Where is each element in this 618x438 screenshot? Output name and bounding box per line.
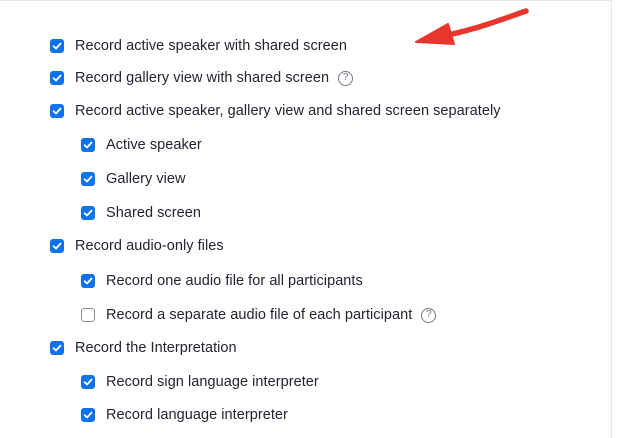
setting-separate-audio-file[interactable]: Record a separate audio file of each par…	[81, 303, 437, 327]
setting-label: Gallery view	[106, 171, 186, 187]
setting-label: Record one audio file for all participan…	[106, 273, 363, 289]
checkbox[interactable]	[81, 408, 95, 422]
setting-label: Record sign language interpreter	[106, 374, 319, 390]
checkbox[interactable]	[50, 239, 64, 253]
setting-label: Shared screen	[106, 205, 201, 221]
checkmark-icon	[83, 378, 93, 386]
checkmark-icon	[52, 107, 62, 115]
checkbox[interactable]	[50, 39, 64, 53]
checkbox[interactable]	[50, 104, 64, 118]
checkmark-icon	[52, 242, 62, 250]
setting-active-speaker[interactable]: Active speaker	[81, 133, 202, 157]
help-icon[interactable]: ?	[338, 70, 354, 86]
checkbox[interactable]	[81, 308, 95, 322]
setting-label: Record audio-only files	[75, 238, 224, 254]
checkbox[interactable]	[50, 71, 64, 85]
setting-record-active-speaker-shared-screen[interactable]: Record active speaker with shared screen	[50, 34, 347, 58]
checkmark-icon	[52, 344, 62, 352]
checkmark-icon	[83, 411, 93, 419]
setting-gallery-view[interactable]: Gallery view	[81, 167, 186, 191]
setting-label: Record gallery view with shared screen	[75, 70, 330, 86]
checkmark-icon	[83, 209, 93, 217]
setting-label: Record a separate audio file of each par…	[106, 307, 413, 323]
checkmark-icon	[83, 277, 93, 285]
help-icon[interactable]: ?	[421, 307, 437, 323]
checkbox[interactable]	[81, 206, 95, 220]
setting-label: Record active speaker with shared screen	[75, 38, 347, 54]
setting-one-audio-file[interactable]: Record one audio file for all participan…	[81, 269, 363, 293]
red-arrow-icon	[415, 8, 529, 45]
checkmark-icon	[52, 42, 62, 50]
checkbox[interactable]	[81, 375, 95, 389]
setting-record-separately[interactable]: Record active speaker, gallery view and …	[50, 99, 501, 123]
setting-label: Record active speaker, gallery view and …	[75, 103, 501, 119]
setting-shared-screen[interactable]: Shared screen	[81, 201, 201, 225]
setting-label: Active speaker	[106, 137, 202, 153]
setting-label: Record language interpreter	[106, 407, 288, 423]
setting-record-gallery-view-shared-screen[interactable]: Record gallery view with shared screen ?	[50, 66, 354, 90]
setting-language-interpreter[interactable]: Record language interpreter	[81, 403, 288, 427]
setting-sign-language-interpreter[interactable]: Record sign language interpreter	[81, 370, 319, 394]
checkmark-icon	[83, 175, 93, 183]
setting-label: Record the Interpretation	[75, 340, 237, 356]
setting-record-audio-only[interactable]: Record audio-only files	[50, 234, 224, 258]
checkbox[interactable]	[50, 341, 64, 355]
checkbox[interactable]	[81, 138, 95, 152]
checkmark-icon	[52, 74, 62, 82]
setting-record-interpretation[interactable]: Record the Interpretation	[50, 336, 237, 360]
checkbox[interactable]	[81, 274, 95, 288]
checkmark-icon	[83, 141, 93, 149]
checkbox[interactable]	[81, 172, 95, 186]
